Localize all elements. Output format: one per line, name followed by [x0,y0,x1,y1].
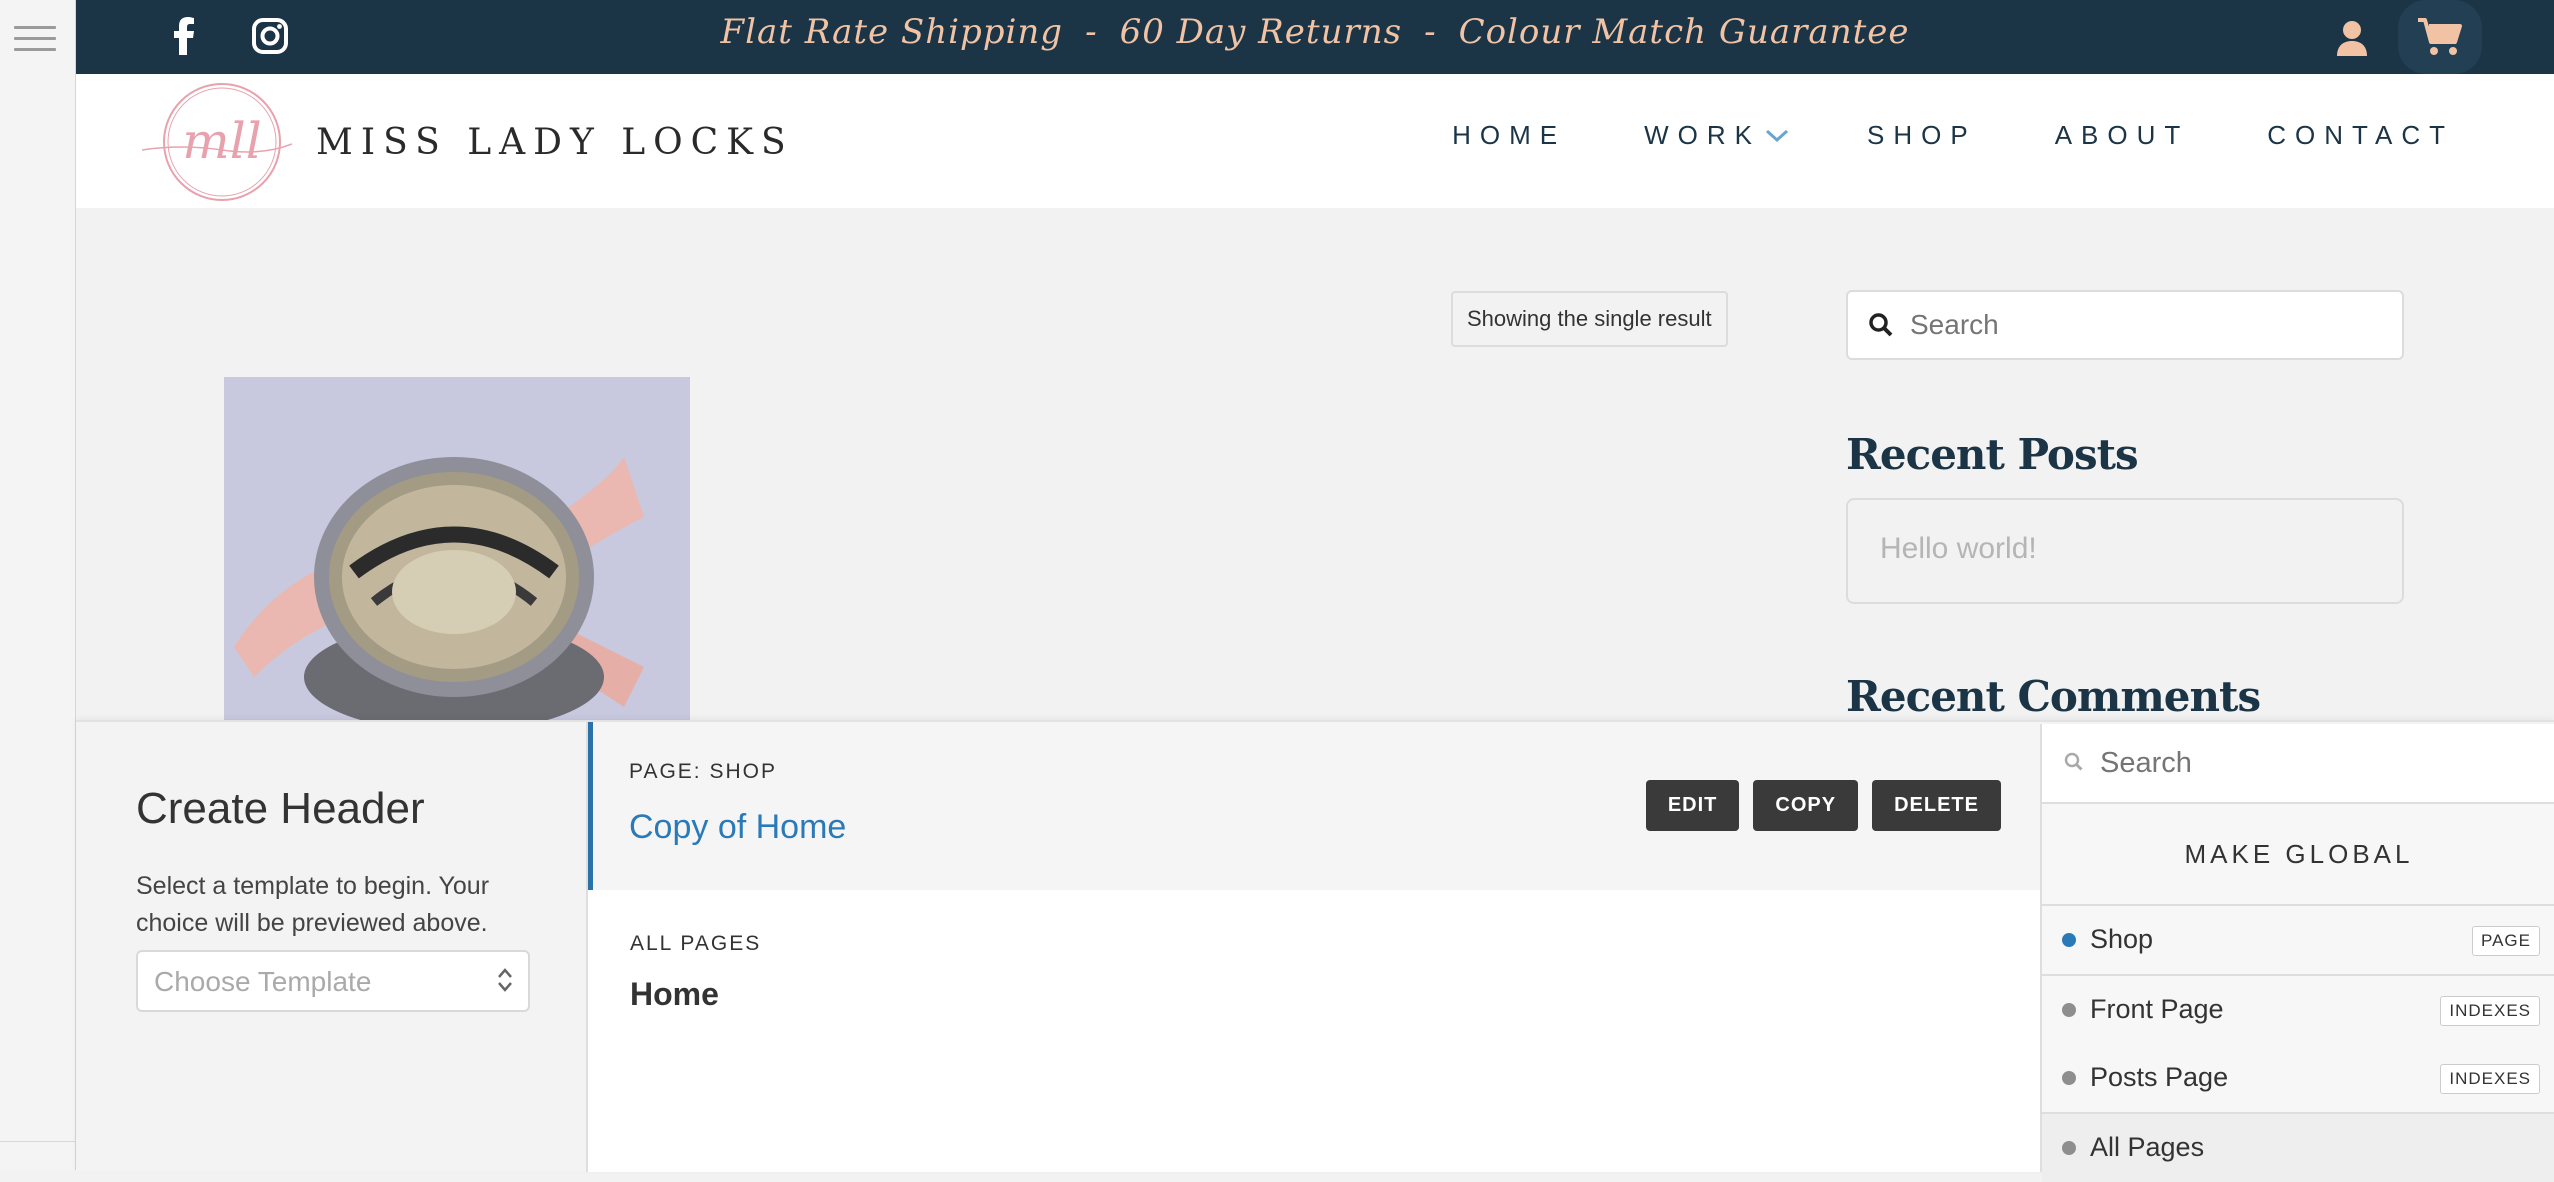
location-label: Posts Page [2090,1062,2229,1092]
admin-rail [0,0,76,1170]
dot-icon [2062,1141,2076,1155]
location-tag: PAGE [2472,926,2540,956]
copy-button[interactable]: COPY [1753,780,1859,831]
result-count: Showing the single result [1451,291,1728,347]
main-nav: HOME WORK SHOP ABOUT CONTACT [1374,120,2454,151]
promo-guarantee: Colour Match Guarantee [1458,12,1910,52]
template-select-placeholder: Choose Template [154,966,372,997]
user-icon[interactable] [2324,10,2380,66]
promo-returns: 60 Day Returns [1119,12,1403,52]
promo-shipping: Flat Rate Shipping [720,12,1064,52]
home-header-item[interactable]: Home [630,976,719,1013]
location-column: MAKE GLOBAL Shop PAGE Front Page INDEXES… [2040,724,2554,1182]
sidebar-search [1846,290,2404,360]
location-item-shop[interactable]: Shop PAGE [2042,906,2554,976]
promo-separator: - [1424,12,1437,52]
edit-button[interactable]: EDIT [1645,780,1740,831]
create-header-help: Select a template to begin. Your choice … [136,872,490,937]
location-search-input[interactable] [2098,742,2542,784]
promo-banner: Flat Rate Shipping -60 Day Returns - Colour… [76,12,2554,52]
select-arrows-icon [498,968,512,992]
recent-posts-title: Recent Posts [1846,430,2139,479]
header-builder-panel: Create Header Select a template to begin… [76,720,2554,1182]
nav-home[interactable]: HOME [1452,120,1566,151]
all-pages-label: ALL PAGES [630,932,762,955]
location-item-front-page[interactable]: Front Page INDEXES [2042,976,2554,1044]
recent-post-link[interactable]: Hello world! [1880,532,2037,566]
sidebar-search-input[interactable] [1908,304,2382,346]
nav-shop[interactable]: SHOP [1867,120,1977,151]
search-icon [1869,313,1893,337]
logo-mark: mll [142,83,292,201]
location-label: Shop [2090,924,2154,954]
nav-work[interactable]: WORK [1644,120,1789,151]
location-item-all-pages[interactable]: All Pages [2042,1114,2554,1182]
location-label: All Pages [2090,1132,2205,1162]
nav-work-label: WORK [1644,120,1761,150]
create-header-title: Create Header [136,784,425,833]
template-select[interactable]: Choose Template [136,950,530,1012]
copy-of-home-link[interactable]: Copy of Home [629,808,846,847]
nav-about[interactable]: ABOUT [2055,120,2190,151]
location-tag: INDEXES [2440,1064,2540,1094]
active-dot-icon [2062,933,2076,947]
site-header: mll MISS LADY LOCKS HOME WORK SHOP ABOUT… [76,74,2554,208]
site-logo[interactable]: mll MISS LADY LOCKS [142,80,794,204]
brand-name: MISS LADY LOCKS [316,121,794,163]
recent-posts-list: Hello world! [1846,498,2404,604]
search-icon [2064,752,2083,771]
top-bar: Flat Rate Shipping -60 Day Returns - Colour… [76,0,2554,74]
hamburger-menu-icon[interactable] [14,26,56,54]
header-actions: EDIT COPY DELETE [1632,780,2001,831]
promo-separator: - [1085,12,1098,52]
recent-comments-title: Recent Comments [1846,672,2261,721]
nav-contact[interactable]: CONTACT [2267,120,2454,151]
make-global-button[interactable]: MAKE GLOBAL [2042,804,2554,906]
dot-icon [2062,1071,2076,1085]
product-image[interactable] [224,377,690,720]
location-item-posts-page[interactable]: Posts Page INDEXES [2042,1044,2554,1114]
logo-initials: mll [182,112,261,170]
rail-footer [0,1141,75,1170]
shop-header-assignment: PAGE: SHOP Copy of Home EDIT COPY DELETE [588,722,2045,890]
location-label: Front Page [2090,994,2224,1024]
location-search [2042,724,2554,804]
dot-icon [2062,1003,2076,1017]
cart-icon[interactable] [2398,0,2482,74]
delete-button[interactable]: DELETE [1872,780,2001,831]
page-shop-label: PAGE: SHOP [629,760,777,783]
create-header-column: Create Header Select a template to begin… [76,722,586,1172]
assigned-headers-column: PAGE: SHOP Copy of Home EDIT COPY DELETE… [586,722,2045,1172]
chevron-down-icon [1765,129,1789,142]
location-tag: INDEXES [2440,996,2540,1026]
